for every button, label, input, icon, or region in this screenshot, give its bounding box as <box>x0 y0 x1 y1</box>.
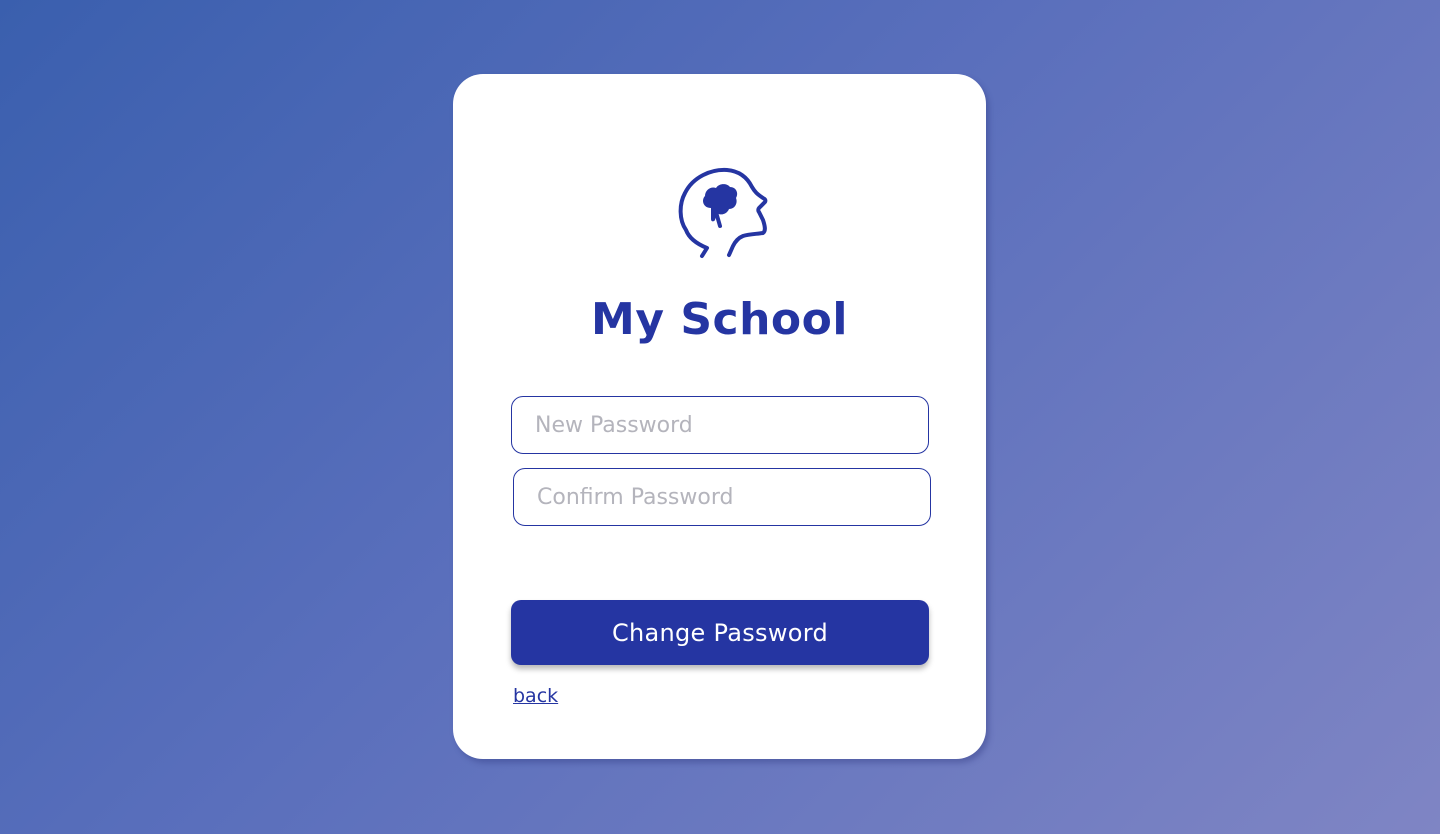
new-password-field[interactable] <box>511 396 929 454</box>
back-link[interactable]: back <box>513 685 558 707</box>
head-brain-icon <box>669 160 773 264</box>
app-title: My School <box>591 294 848 345</box>
confirm-password-field[interactable] <box>513 468 931 526</box>
change-password-card: My School Change Password back <box>453 74 986 759</box>
change-password-button[interactable]: Change Password <box>511 600 929 665</box>
